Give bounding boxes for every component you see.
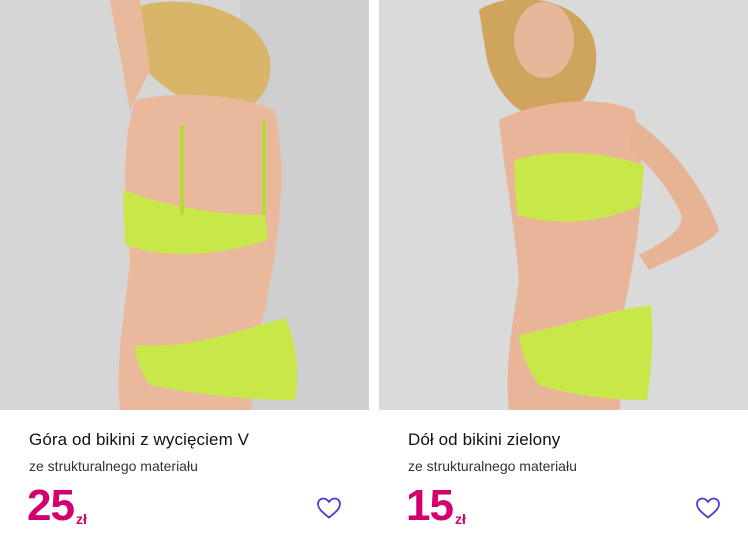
- favorite-button[interactable]: [695, 496, 721, 520]
- product-grid: Góra od bikini z wycięciem V ze struktur…: [0, 0, 748, 536]
- price-value: 15: [406, 481, 454, 530]
- favorite-button[interactable]: [316, 496, 342, 520]
- product-price: 25 zł: [27, 484, 87, 528]
- product-subtitle: ze strukturalnego materiału: [408, 458, 577, 474]
- product-card[interactable]: Góra od bikini z wycięciem V ze struktur…: [0, 0, 369, 536]
- price-value: 25: [27, 481, 75, 530]
- product-card[interactable]: Dół od bikini zielony ze strukturalnego …: [379, 0, 748, 536]
- heart-outline-icon: [696, 497, 720, 519]
- heart-outline-icon: [317, 497, 341, 519]
- product-photo[interactable]: [0, 0, 369, 410]
- price-currency: zł: [75, 511, 87, 527]
- product-price: 15 zł: [406, 484, 466, 528]
- product-title[interactable]: Dół od bikini zielony: [408, 430, 560, 450]
- product-title[interactable]: Góra od bikini z wycięciem V: [29, 430, 249, 450]
- product-photo-illustration: [0, 0, 369, 410]
- product-photo[interactable]: [379, 0, 748, 410]
- product-photo-illustration: [379, 0, 748, 410]
- price-currency: zł: [454, 511, 466, 527]
- product-subtitle: ze strukturalnego materiału: [29, 458, 198, 474]
